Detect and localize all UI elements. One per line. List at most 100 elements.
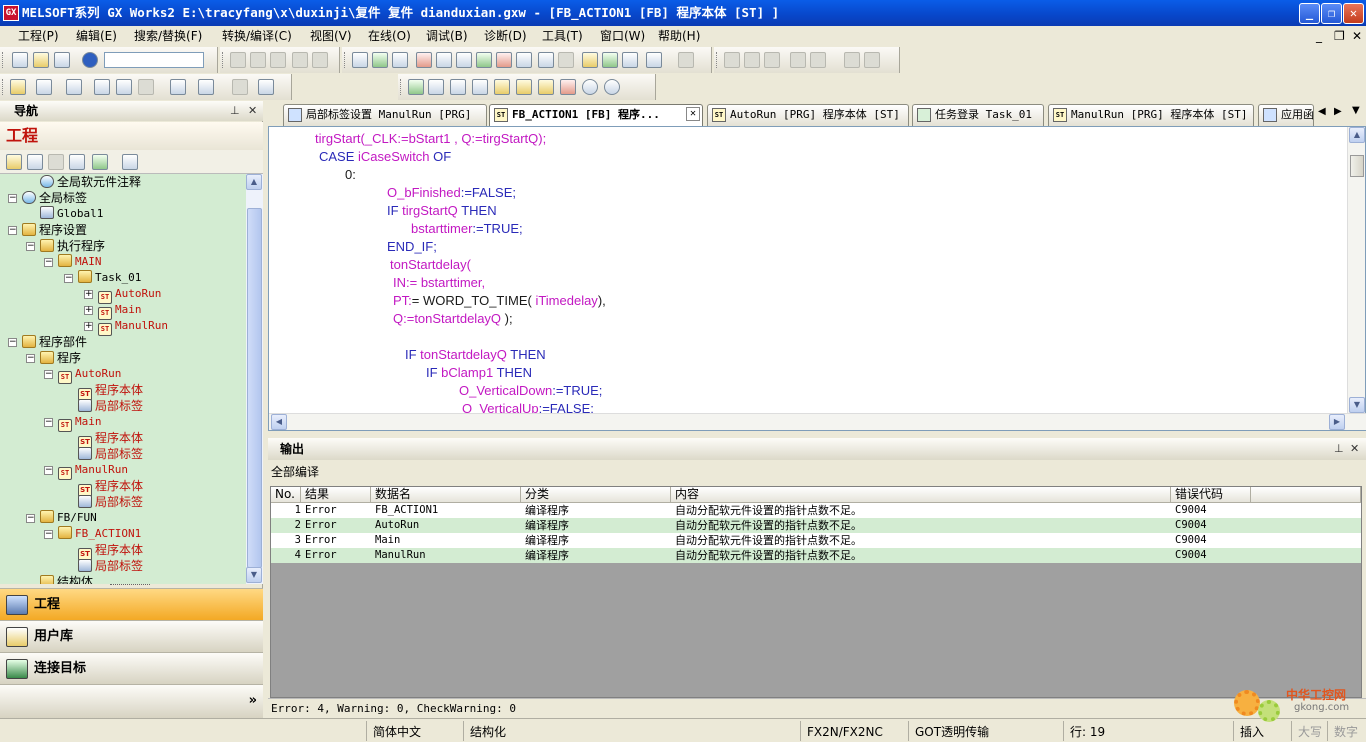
col-content[interactable]: 内容 (671, 487, 1171, 503)
contact-nc-icon[interactable] (744, 52, 760, 68)
nav-button-project[interactable]: 工程 (0, 588, 263, 620)
st-delete-icon[interactable] (560, 79, 576, 95)
line-icon[interactable] (810, 52, 826, 68)
new-data-icon[interactable] (6, 154, 22, 170)
menu-debug[interactable]: 调试(B) (426, 26, 468, 46)
tree-expander[interactable]: + (84, 290, 93, 299)
convert-icon[interactable] (372, 52, 388, 68)
tab-close-icon[interactable]: ✕ (686, 107, 700, 121)
zoom-in-icon[interactable] (582, 79, 598, 95)
rebuild-icon[interactable] (392, 52, 408, 68)
tree-node[interactable]: 局部标签 (78, 398, 143, 414)
tree-node[interactable]: FB_ACTION1 (58, 526, 141, 542)
pin-icon[interactable]: ⊥ (230, 104, 240, 117)
st-template-icon[interactable] (428, 79, 444, 95)
cut-icon[interactable] (230, 52, 246, 68)
tree-expander[interactable]: − (26, 354, 35, 363)
menu-window[interactable]: 窗口(W) (600, 26, 645, 46)
editor-hscroll[interactable]: ◀ ▶ (269, 413, 1366, 430)
watch-icon[interactable] (170, 79, 186, 95)
st-comment-icon[interactable] (494, 79, 510, 95)
tab-scroll-right-icon[interactable]: ▶ (1334, 106, 1342, 117)
navigation-close-icon[interactable]: ✕ (248, 104, 257, 117)
col-no[interactable]: No. (271, 487, 301, 503)
new-file-icon[interactable] (12, 52, 28, 68)
verify-icon[interactable] (456, 52, 472, 68)
tab-autorun[interactable]: ST AutoRun [PRG] 程序本体 [ST] (707, 104, 909, 126)
nav-button-connection[interactable]: 连接目标 (0, 652, 263, 684)
option-icon[interactable] (678, 52, 694, 68)
tree-expander[interactable]: + (84, 306, 93, 315)
search-device-icon[interactable] (198, 79, 214, 95)
tab-fb-action1[interactable]: ST FB_ACTION1 [FB] 程序... ✕ (489, 104, 703, 127)
col-data-name[interactable]: 数据名 (371, 487, 521, 503)
output-pin-icon[interactable]: ⊥ (1334, 442, 1344, 455)
mdi-minimize-button[interactable]: _ (1316, 26, 1322, 46)
tree-expander[interactable]: + (84, 322, 93, 331)
tree-node[interactable]: 执行程序 (40, 238, 105, 254)
st-sort-asc-icon[interactable] (516, 79, 532, 95)
property-icon[interactable] (69, 154, 85, 170)
scroll-down-icon[interactable]: ▼ (1349, 397, 1365, 413)
combo-box[interactable] (104, 52, 204, 68)
scroll-thumb[interactable] (247, 208, 262, 568)
tab-list-icon[interactable]: ▼ (1352, 105, 1360, 116)
scroll-up-icon[interactable]: ▲ (246, 174, 262, 190)
more-chevron-icon[interactable]: » (249, 685, 257, 717)
close-button[interactable]: ✕ (1343, 3, 1364, 24)
nav-button-user-library[interactable]: 用户库 (0, 620, 263, 652)
tree-node[interactable]: Global1 (40, 206, 103, 222)
tree-node[interactable]: Task_01 (78, 270, 141, 286)
coil-icon[interactable] (764, 52, 780, 68)
tree-node[interactable]: ST Main (98, 302, 142, 320)
scroll-down-icon[interactable]: ▼ (246, 567, 262, 583)
tree-node[interactable]: ST ManulRun (58, 462, 128, 480)
tree-node[interactable]: ST 程序本体 (78, 382, 143, 401)
device-list-icon[interactable] (602, 52, 618, 68)
tab-task01[interactable]: 任务登录 Task_01 (912, 104, 1044, 126)
code-area[interactable]: tirgStart(_CLK:=bStart1 , Q:=tirgStartQ)… (269, 127, 1345, 414)
tree-node[interactable]: MAIN (58, 254, 102, 270)
mdi-close-button[interactable]: ✕ (1352, 26, 1362, 46)
output-row[interactable]: 1 Error FB_ACTION1 编译程序 自动分配软元件设置的指针点数不足。 C90… (271, 503, 1361, 518)
menu-online[interactable]: 在线(O) (368, 26, 411, 46)
dev-read-icon[interactable] (94, 79, 110, 95)
menu-project[interactable]: 工程(P) (18, 26, 59, 46)
redo-icon[interactable] (312, 52, 328, 68)
tree-node[interactable]: ST Main (58, 414, 102, 432)
tab-scroll-left-icon[interactable]: ◀ (1318, 106, 1326, 117)
tree-node[interactable]: ST 程序本体 (78, 430, 143, 449)
dev-write-icon[interactable] (116, 79, 132, 95)
find-icon[interactable] (258, 79, 274, 95)
monitor-icon[interactable] (476, 52, 492, 68)
output-row[interactable]: 4 Error ManulRun 编译程序 自动分配软元件设置的指针点数不足。 C9004 (271, 548, 1361, 563)
copy-icon[interactable] (250, 52, 266, 68)
device-batch-icon[interactable] (558, 52, 574, 68)
st-search-icon[interactable] (450, 79, 466, 95)
tab-application[interactable]: 应用函 (1258, 104, 1314, 126)
tree-scrollbar[interactable]: ▲ ▼ (246, 174, 263, 584)
tree-expander[interactable]: − (8, 226, 17, 235)
tree-expander[interactable]: − (44, 466, 53, 475)
tree-expander[interactable]: − (26, 514, 35, 523)
stop-monitor-icon[interactable] (496, 52, 512, 68)
tool-dropdown-icon[interactable] (122, 154, 138, 170)
help-icon[interactable] (82, 52, 98, 68)
output-row[interactable]: 2 Error AutoRun 编译程序 自动分配软元件设置的指针点数不足。 C9004 (271, 518, 1361, 533)
col-error-code[interactable]: 错误代码 (1171, 487, 1251, 503)
tree-expander[interactable]: − (64, 274, 73, 283)
tree-node[interactable]: FB/FUN (40, 510, 97, 526)
copy-data-icon[interactable] (27, 154, 43, 170)
menu-search-replace[interactable]: 搜索/替换(F) (134, 26, 202, 46)
write-plc-icon[interactable] (416, 52, 432, 68)
menu-convert-compile[interactable]: 转换/编译(C) (222, 26, 292, 46)
simulate-icon[interactable] (622, 52, 638, 68)
paste-icon[interactable] (270, 52, 286, 68)
menu-tools[interactable]: 工具(T) (542, 26, 583, 46)
save-icon[interactable] (54, 52, 70, 68)
tree-node[interactable]: ST AutoRun (98, 286, 161, 304)
tree-node[interactable]: 程序 (40, 350, 81, 366)
output-close-icon[interactable]: ✕ (1350, 442, 1359, 455)
tree-expander[interactable]: − (44, 530, 53, 539)
tab-manulrun[interactable]: ST ManulRun [PRG] 程序本体 [ST] (1048, 104, 1254, 126)
